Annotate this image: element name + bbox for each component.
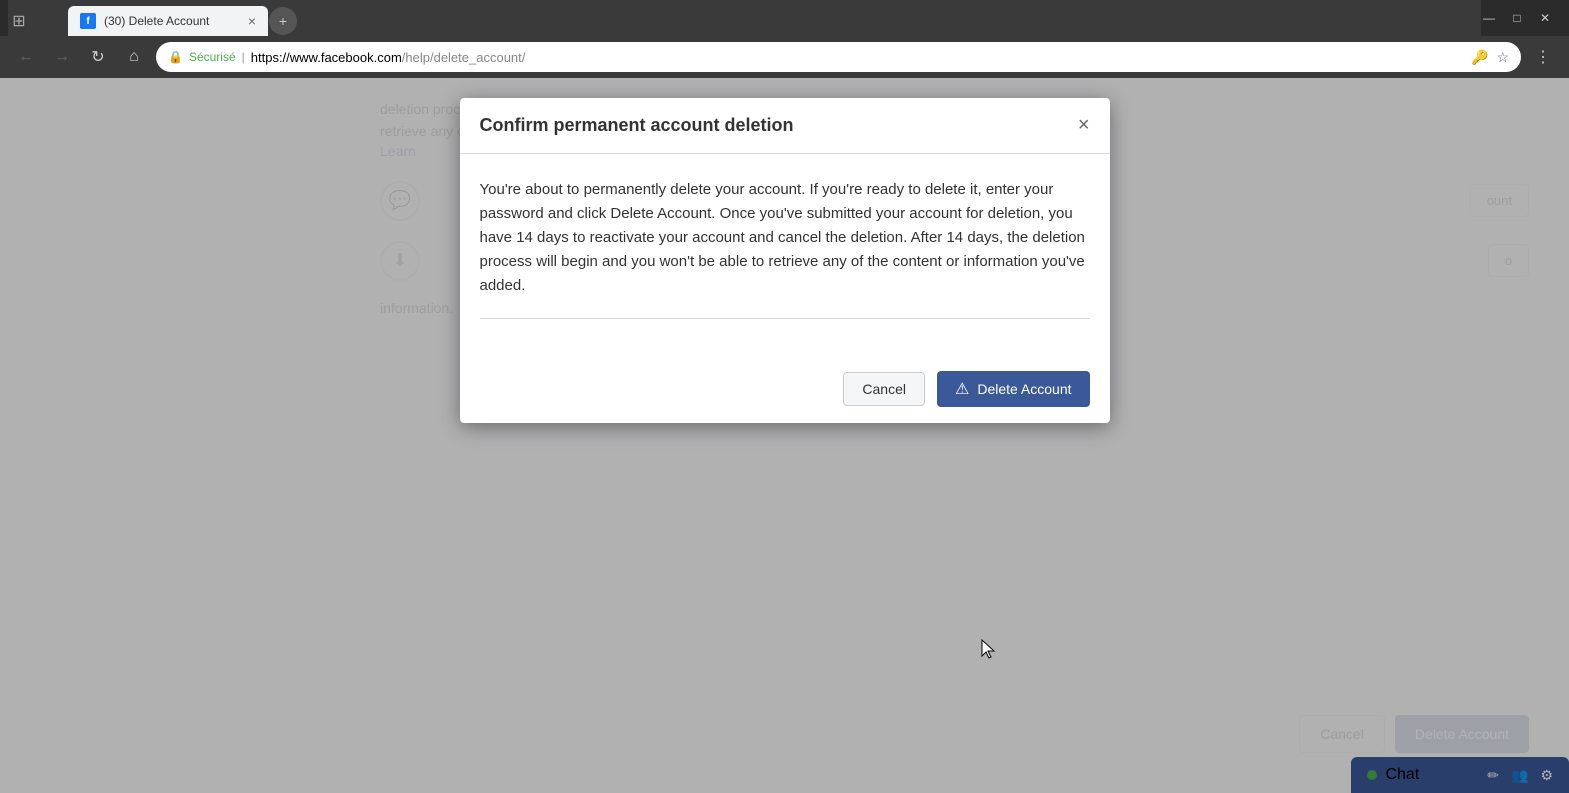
delete-button-label: Delete Account — [977, 381, 1071, 397]
tab-active[interactable]: f (30) Delete Account × — [68, 6, 268, 36]
title-bar: ⊞ f (30) Delete Account × + — □ ✕ — [0, 0, 1569, 36]
warning-icon: ⚠ — [955, 379, 969, 399]
tab-close-button[interactable]: × — [248, 13, 256, 29]
tab-title-text: (30) Delete Account — [104, 14, 240, 28]
new-tab-button[interactable]: + — [268, 6, 298, 36]
window-controls: — □ ✕ — [1481, 10, 1561, 26]
browser-frame: ⊞ f (30) Delete Account × + — □ ✕ ← → ↻ … — [0, 0, 1569, 793]
apps-icon[interactable]: ⊞ — [8, 10, 30, 32]
browser-menu-button[interactable]: ⋮ — [1529, 43, 1557, 71]
forward-button[interactable]: → — [48, 43, 76, 71]
secure-label: Sécurisé — [189, 50, 236, 64]
back-button[interactable]: ← — [12, 43, 40, 71]
modal-body: You're about to permanently delete your … — [460, 154, 1110, 355]
modal-password-area — [480, 318, 1090, 331]
dialog-overlay: Confirm permanent account deletion × You… — [0, 78, 1569, 793]
address-bar: ← → ↻ ⌂ 🔒 Sécurisé | https://www.faceboo… — [0, 36, 1569, 78]
close-button[interactable]: ✕ — [1537, 10, 1553, 26]
delete-account-modal: Confirm permanent account deletion × You… — [460, 98, 1110, 423]
modal-close-button[interactable]: × — [1078, 114, 1090, 137]
browser-menu: ⋮ — [1529, 43, 1557, 71]
modal-title: Confirm permanent account deletion — [480, 115, 794, 136]
maximize-button[interactable]: □ — [1509, 10, 1525, 26]
tab-favicon: f — [80, 13, 96, 29]
star-icon[interactable]: ☆ — [1496, 49, 1509, 66]
url-separator: | — [242, 50, 245, 64]
minimize-button[interactable]: — — [1481, 10, 1497, 26]
key-icon: 🔑 — [1471, 49, 1488, 66]
page-content: f 🔍 Y Yoann Home Find Friends 👥 💬 31 — [0, 78, 1569, 793]
modal-delete-button[interactable]: ⚠ Delete Account — [937, 371, 1090, 407]
url-action-icons: 🔑 ☆ — [1471, 49, 1509, 66]
modal-footer: Cancel ⚠ Delete Account — [460, 355, 1110, 423]
modal-header: Confirm permanent account deletion × — [460, 98, 1110, 154]
modal-body-text: You're about to permanently delete your … — [480, 178, 1090, 298]
modal-cancel-button[interactable]: Cancel — [843, 372, 925, 406]
url-bar[interactable]: 🔒 Sécurisé | https://www.facebook.com/he… — [156, 42, 1521, 72]
url-text: https://www.facebook.com/help/delete_acc… — [251, 50, 1465, 65]
home-button[interactable]: ⌂ — [120, 43, 148, 71]
lock-icon: 🔒 — [168, 50, 183, 64]
tab-bar: ⊞ f (30) Delete Account × + — [8, 0, 1481, 36]
reload-button[interactable]: ↻ — [84, 43, 112, 71]
